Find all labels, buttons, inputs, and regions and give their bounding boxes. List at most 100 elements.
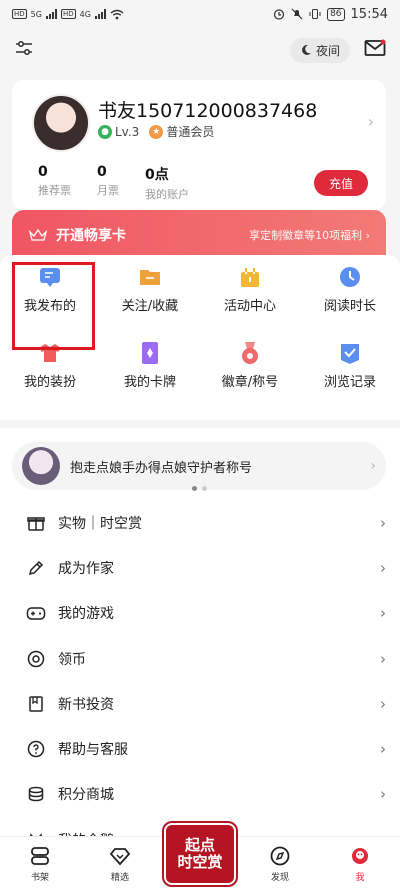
center-logo-line2: 时空赏 [177, 853, 223, 871]
menu-label: 积分商城 [58, 787, 114, 804]
menu-item-new-book-invest[interactable]: 新书投资 › [0, 681, 400, 726]
book-icon [26, 694, 46, 714]
lower-section: 抱走点娘手办得点娘守护者称号 › 实物｜时空赏 › 成为作家 › 我的游戏 › [0, 428, 400, 888]
grid-item-reading-time[interactable]: 阅读时长 [300, 265, 400, 323]
chevron-right-icon: › [380, 740, 386, 759]
grid-label: 活动中心 [223, 299, 276, 314]
grid-label: 徽章/称号 [221, 375, 279, 390]
grid-item-badges-titles[interactable]: 徽章/称号 [200, 341, 300, 399]
carousel-dots [192, 486, 207, 491]
chevron-right-icon: › [380, 694, 386, 713]
star-icon: ★ [149, 124, 164, 139]
nav-discover[interactable]: 发现 [240, 837, 320, 888]
stat-value: 0点 [145, 167, 169, 183]
grid-item-my-cards[interactable]: 我的卡牌 [100, 341, 200, 399]
stat-my-account[interactable]: 0点 我的账户 [145, 164, 189, 202]
user-badges: ● Lv.3 ★ 普通会员 [98, 123, 214, 140]
grid-label: 阅读时长 [323, 299, 376, 314]
clock-time: 15:54 [350, 6, 388, 22]
settings-menu: 实物｜时空赏 › 成为作家 › 我的游戏 › 领币 › 新书投资 › 帮助与客服… [0, 500, 400, 862]
clock-icon [338, 265, 362, 289]
menu-item-merch[interactable]: 实物｜时空赏 › [0, 500, 400, 545]
grid-label: 浏览记录 [323, 375, 376, 390]
center-logo[interactable]: 起点 时空赏 [164, 823, 236, 885]
menu-label: 领币 [58, 651, 86, 668]
member-badge[interactable]: ★ 普通会员 [149, 123, 214, 140]
signal-icon-2 [94, 9, 106, 19]
diamond-icon [109, 848, 131, 866]
nav-label: 我 [355, 873, 365, 883]
moon-icon [302, 44, 311, 55]
menu-item-get-coins[interactable]: 领币 › [0, 636, 400, 681]
bookshelf-icon [31, 847, 49, 865]
nav-featured[interactable]: 精选 [80, 837, 160, 888]
vibrate-icon [309, 9, 321, 19]
folder-icon [138, 265, 162, 289]
grid-item-follow-favorites[interactable]: 关注/收藏 [100, 265, 200, 323]
stat-value: 0 [38, 164, 48, 180]
chevron-right-icon: › [367, 112, 374, 131]
grid-item-browse-history[interactable]: 浏览记录 [300, 341, 400, 399]
history-icon [338, 341, 362, 365]
menu-label: 成为作家 [58, 560, 114, 577]
stat-label: 推荐票 [38, 184, 71, 197]
night-mode-button[interactable]: 夜间 [289, 37, 350, 63]
avatar[interactable] [32, 94, 90, 152]
highlight-box [12, 262, 95, 350]
vip-banner[interactable]: 开通畅享卡 享定制徽章等10项福利 › [12, 210, 386, 260]
nav-me[interactable]: 我 [320, 837, 400, 888]
mute-icon [291, 8, 303, 20]
stat-value: 0 [97, 164, 107, 180]
chevron-right-icon: › [380, 558, 386, 577]
menu-item-my-games[interactable]: 我的游戏 › [0, 591, 400, 636]
promo-text: 抱走点娘手办得点娘守护者称号 [70, 460, 253, 476]
nav-label: 精选 [110, 873, 129, 883]
menu-item-points-mall[interactable]: 积分商城 › [0, 772, 400, 817]
promo-banner[interactable]: 抱走点娘手办得点娘守护者称号 › [12, 442, 386, 490]
chevron-right-icon: › [380, 785, 386, 804]
vip-title-group: 开通畅享卡 [28, 225, 126, 245]
card-icon [138, 341, 162, 365]
network-5g: 5G [30, 9, 42, 19]
medal-icon [238, 341, 262, 365]
wifi-icon [110, 9, 124, 19]
vip-subtitle: 享定制徽章等10项福利 › [249, 229, 370, 242]
gamepad-icon [26, 603, 46, 623]
gift-box-icon [26, 513, 46, 533]
chevron-right-icon: › [380, 649, 386, 668]
level-label: Lv.3 [115, 124, 140, 139]
gift-icon [238, 265, 262, 289]
center-logo-line1: 起点 [184, 835, 215, 854]
menu-item-become-author[interactable]: 成为作家 › [0, 545, 400, 590]
alarm-icon [273, 9, 285, 20]
menu-item-help[interactable]: 帮助与客服 › [0, 726, 400, 771]
vip-title: 开通畅享卡 [56, 228, 126, 244]
recharge-button[interactable]: 充值 [314, 170, 368, 196]
night-mode-label: 夜间 [315, 43, 340, 58]
hd-badge-2: HD [60, 9, 76, 19]
nav-bookshelf[interactable]: 书架 [0, 837, 80, 888]
user-stats: 0 推荐票 0 月票 0点 我的账户 [38, 164, 189, 202]
grid-label: 我的装扮 [23, 375, 76, 390]
top-bar-actions: 夜间 [289, 37, 386, 63]
carousel-dot-active [192, 486, 197, 491]
stat-recommend-tickets[interactable]: 0 推荐票 [38, 164, 71, 202]
level-badge[interactable]: ● Lv.3 [98, 124, 140, 139]
nav-label: 发现 [270, 873, 289, 883]
settings-sliders-icon[interactable] [14, 39, 34, 61]
mail-icon[interactable] [364, 39, 386, 61]
grid-item-activity-center[interactable]: 活动中心 [200, 265, 300, 323]
hd-badge-1: HD [12, 9, 27, 19]
top-bar: 夜间 [0, 28, 400, 72]
stat-monthly-tickets[interactable]: 0 月票 [97, 164, 119, 202]
menu-label: 新书投资 [58, 696, 114, 713]
crown-icon [28, 228, 48, 241]
carousel-dot [202, 486, 207, 491]
menu-label: 实物｜时空赏 [58, 515, 142, 532]
bottom-nav: 书架 精选 起点 时空赏 发现 我 [0, 823, 400, 888]
signal-icon [45, 9, 57, 19]
chevron-right-icon: › [380, 513, 386, 532]
nav-center[interactable]: 起点 时空赏 [160, 823, 240, 888]
status-bar: HD 5G HD 4G 86 15:54 [0, 0, 400, 28]
profile-card[interactable]: 书友150712000837468 ● Lv.3 ★ 普通会员 › 0 推荐票 … [12, 80, 386, 210]
